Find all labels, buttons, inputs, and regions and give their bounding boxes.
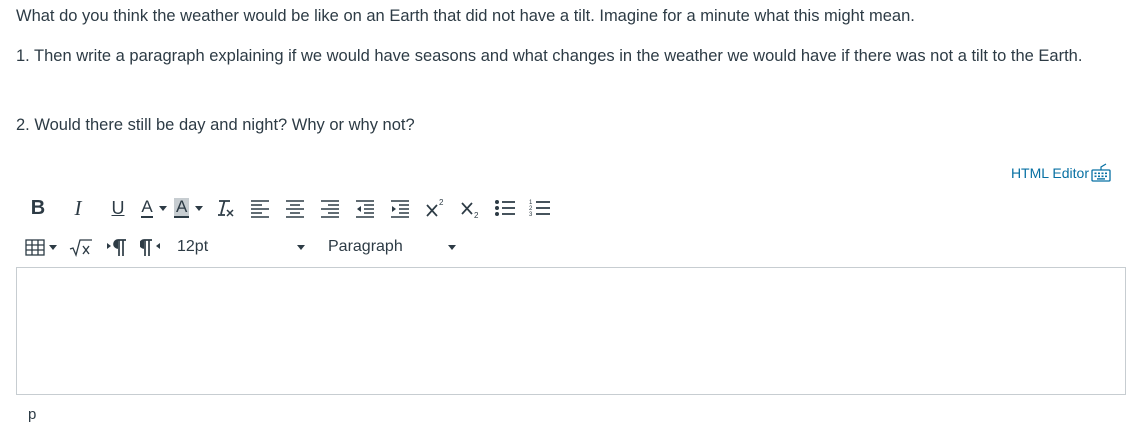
equation-icon	[69, 239, 92, 257]
clear-format-icon	[218, 200, 234, 217]
bold-button[interactable]: B	[24, 194, 52, 222]
subscript-button[interactable]: 2	[456, 194, 484, 222]
element-path: p	[28, 406, 37, 423]
question-item-2: 2. Would there still be day and night? W…	[16, 116, 415, 134]
align-left-icon	[251, 200, 270, 218]
underline-button[interactable]: U	[104, 194, 132, 222]
html-editor-link[interactable]: HTML Editor	[1011, 163, 1111, 183]
svg-text:3: 3	[529, 212, 533, 218]
block-format-value: Paragraph	[328, 238, 403, 255]
rtl-button[interactable]	[137, 233, 165, 261]
chevron-down-icon	[49, 244, 57, 250]
align-left-button[interactable]	[246, 194, 274, 222]
svg-text:2: 2	[439, 198, 444, 207]
toolbar-row-insert: 12pt Paragraph	[24, 232, 463, 262]
question-intro: What do you think the weather would be l…	[16, 7, 915, 25]
indent-button[interactable]	[386, 194, 414, 222]
svg-text:2: 2	[474, 211, 479, 219]
bullet-list-button[interactable]	[491, 194, 519, 222]
font-size-value: 12pt	[177, 238, 209, 255]
background-color-label: A	[174, 197, 190, 218]
outdent-icon	[356, 200, 375, 218]
text-color-label: A	[141, 197, 153, 218]
toolbar-row-formatting: B I U A A 2 2 1 2 3	[24, 193, 561, 223]
ltr-icon	[107, 239, 126, 256]
align-center-button[interactable]	[281, 194, 309, 222]
question-item-1: 1. Then write a paragraph explaining if …	[16, 47, 1083, 65]
superscript-icon: 2	[426, 198, 444, 217]
chevron-down-icon	[297, 244, 305, 250]
keyboard-icon	[1091, 163, 1111, 183]
background-color-button[interactable]: A	[174, 194, 204, 222]
indent-icon	[391, 200, 410, 218]
bullet-list-icon	[495, 200, 516, 216]
rtl-icon	[140, 239, 160, 256]
italic-button[interactable]: I	[64, 194, 92, 222]
equation-button[interactable]	[67, 233, 95, 261]
block-format-select[interactable]: Paragraph	[328, 233, 456, 261]
font-size-select[interactable]: 12pt	[177, 233, 305, 261]
outdent-button[interactable]	[351, 194, 379, 222]
clear-format-button[interactable]	[211, 194, 239, 222]
ltr-button[interactable]	[102, 233, 130, 261]
subscript-icon: 2	[461, 202, 479, 219]
rich-text-editor-body[interactable]	[16, 267, 1126, 395]
align-right-icon	[321, 200, 340, 218]
table-icon	[25, 239, 45, 256]
chevron-down-icon	[448, 244, 456, 250]
text-color-button[interactable]: A	[140, 194, 168, 222]
chevron-down-icon	[158, 205, 167, 211]
chevron-down-icon	[195, 205, 204, 211]
html-editor-label: HTML Editor	[1010, 165, 1089, 181]
numbered-list-icon: 1 2 3	[529, 200, 551, 218]
numbered-list-button[interactable]: 1 2 3	[526, 194, 554, 222]
table-button[interactable]	[24, 233, 57, 261]
align-center-icon	[286, 200, 305, 218]
superscript-button[interactable]: 2	[421, 194, 449, 222]
align-right-button[interactable]	[316, 194, 344, 222]
